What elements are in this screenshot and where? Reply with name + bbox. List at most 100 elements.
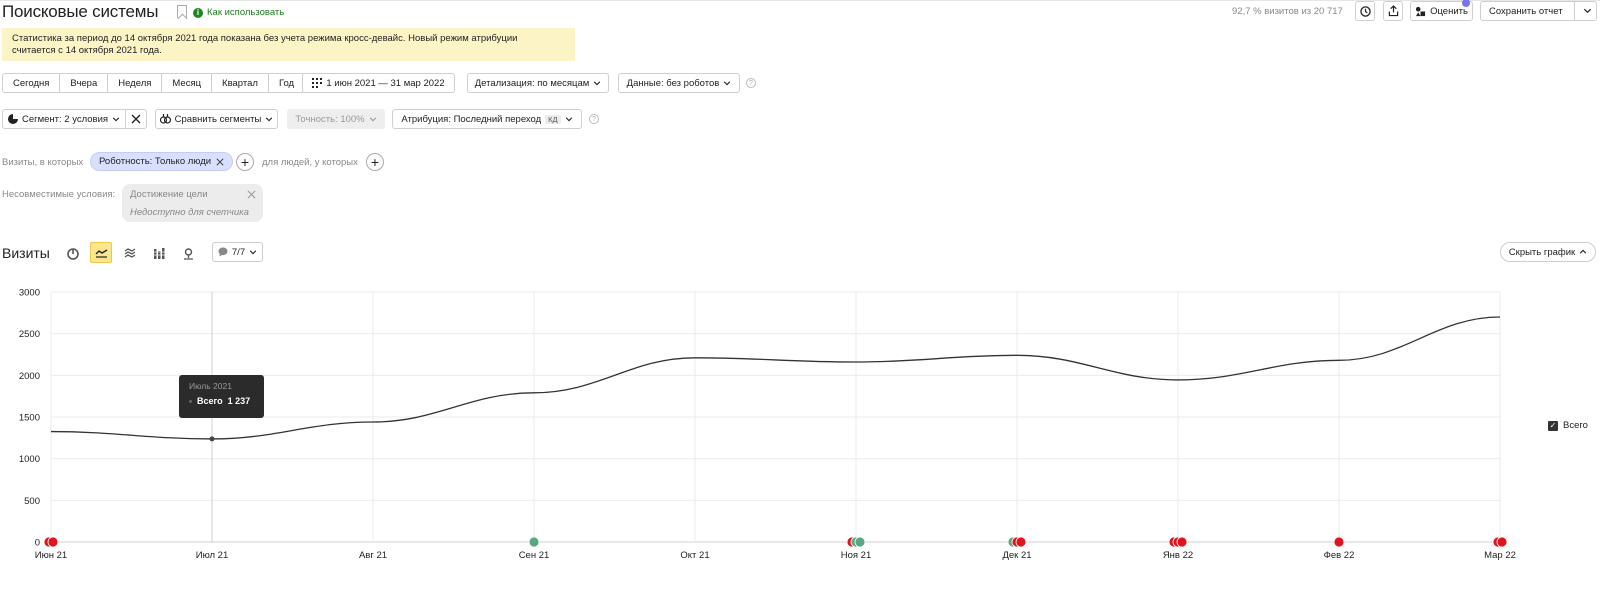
map-button[interactable] [177,243,199,264]
help-icon[interactable]: ? [746,78,756,88]
add-people-condition-button[interactable]: + [366,153,384,171]
tooltip-series-dot [189,399,192,403]
pie-chart-button[interactable] [62,243,84,264]
data-label: Данные: без роботов [626,77,720,89]
info-icon: i [193,7,203,18]
howto-label: Как использовать [207,7,285,18]
close-icon[interactable] [247,190,256,199]
attribution-badge: КД [545,114,561,124]
incompatible-label: Несовместимые условия: [2,189,116,200]
x-tick-label: Июл 21 [196,550,229,561]
period-week[interactable]: Неделя [108,74,163,92]
stacked-area-button[interactable] [119,243,141,264]
pie-chart-icon [67,247,79,260]
clear-segment-button[interactable] [125,109,147,129]
chevron-down-icon[interactable] [1583,6,1592,15]
annotation-marker [1333,536,1345,548]
notice-line-2: считается с 14 октября 2021 года. [12,45,162,56]
chevron-down-icon [112,117,120,122]
notes-count: 7/7 [231,246,246,258]
accuracy-label: Точность: 100% [295,113,365,125]
help-icon[interactable]: ? [589,114,599,124]
compare-label: Сравнить сегменты [174,113,262,125]
y-tick-label: 2500 [19,329,40,340]
incompatible-condition: Достижение цели Недоступно для счетчика [122,184,263,222]
compare-segments-button[interactable]: Сравнить сегменты [155,109,278,129]
series-line-vsego [50,316,1501,440]
share-icon [1388,5,1398,17]
hide-chart-button[interactable]: Скрыть график [1500,242,1596,262]
segment-button[interactable]: Сегмент: 2 условия [2,109,125,129]
period-today[interactable]: Сегодня [3,74,61,92]
chevron-down-icon [266,117,273,122]
annotation-marker [1176,536,1188,548]
detail-label: Детализация: по месяцам [474,77,590,89]
x-tick-label: Янв 22 [1163,550,1193,561]
attribution-label: Атрибуция: Последний переход [401,113,542,125]
attribution-dropdown[interactable]: Атрибуция: Последний переход КД [392,109,582,129]
clock-icon [1359,5,1371,17]
tooltip-series: Всего [197,396,223,406]
period-yesterday[interactable]: Вчера [60,74,109,92]
x-tick-label: Дек 21 [1002,550,1031,561]
period-year[interactable]: Год [269,74,304,92]
incompatible-goal: Достижение цели [130,189,208,200]
attribution-notice: Статистика за период до 14 октября 2021 … [2,28,575,61]
bookmark-icon[interactable] [177,5,187,18]
x-tick-label: Сен 21 [519,550,550,561]
howto-link[interactable]: i Как использовать [193,7,284,18]
x-tick-label: Фев 22 [1324,550,1355,561]
page-title: Поисковые системы [2,2,159,21]
x-tick-label: Ноя 21 [841,550,872,561]
annotation-marker [1496,536,1508,548]
save-report-label: Сохранить отчет [1489,5,1563,17]
x-tick-label: Окт 21 [680,550,709,561]
period-month[interactable]: Месяц [162,74,213,92]
chevron-up-icon [1579,249,1587,254]
add-visit-condition-button[interactable]: + [236,153,254,171]
annotation-marker [528,536,540,548]
y-tick-label: 0 [35,538,40,549]
bar-chart-button[interactable] [148,243,170,264]
visits-share: 92,7 % визитов из 20 717 [1232,6,1343,17]
accuracy-dropdown: Точность: 100% [287,109,385,129]
map-pin-icon [183,247,193,260]
people-condition-label: для людей, у которых [262,157,358,168]
y-tick-label: 2000 [19,371,40,382]
comment-icon [218,247,228,257]
history-button[interactable] [1355,1,1375,21]
date-range-button[interactable]: 1 июн 2021 — 31 мар 2022 [302,73,455,93]
legend-series-label: Всего [1563,420,1588,431]
rate-label: Оценить [1430,5,1468,17]
close-icon [131,114,141,124]
data-point [209,436,215,442]
annotation-marker [1015,536,1027,548]
line-chart-icon [95,248,107,258]
chart-title: Визиты [2,245,50,261]
chart-legend[interactable]: ✓ Всего [1548,420,1588,431]
data-dropdown[interactable]: Данные: без роботов [618,73,740,93]
chart-tooltip: Июль 2021 Всего 1 237 [179,375,264,418]
line-chart-button[interactable] [90,242,112,263]
export-button[interactable] [1383,1,1403,21]
detail-dropdown[interactable]: Детализация: по месяцам [467,73,609,93]
condition-chip[interactable]: Роботность: Только люди [90,152,234,171]
calendar-icon [312,78,323,88]
close-icon[interactable] [216,157,224,166]
chevron-down-icon [594,81,601,86]
y-tick-label: 1000 [19,454,40,465]
notes-button[interactable]: 7/7 [212,242,263,262]
checkbox-checked-icon[interactable]: ✓ [1548,420,1558,431]
y-tick-label: 3000 [19,288,40,299]
compare-icon [159,114,171,124]
x-tick-label: Июн 21 [35,550,67,561]
pie-icon [8,114,18,124]
x-tick-label: Мар 22 [1484,550,1516,561]
chevron-down-icon [249,250,257,255]
y-tick-label: 1500 [19,413,40,424]
period-quarter[interactable]: Квартал [212,74,269,92]
hide-chart-label: Скрыть график [1508,246,1576,258]
rate-button[interactable]: Оценить [1410,0,1473,21]
save-report-button[interactable]: Сохранить отчет [1480,1,1597,21]
annotation-marker [854,536,866,548]
